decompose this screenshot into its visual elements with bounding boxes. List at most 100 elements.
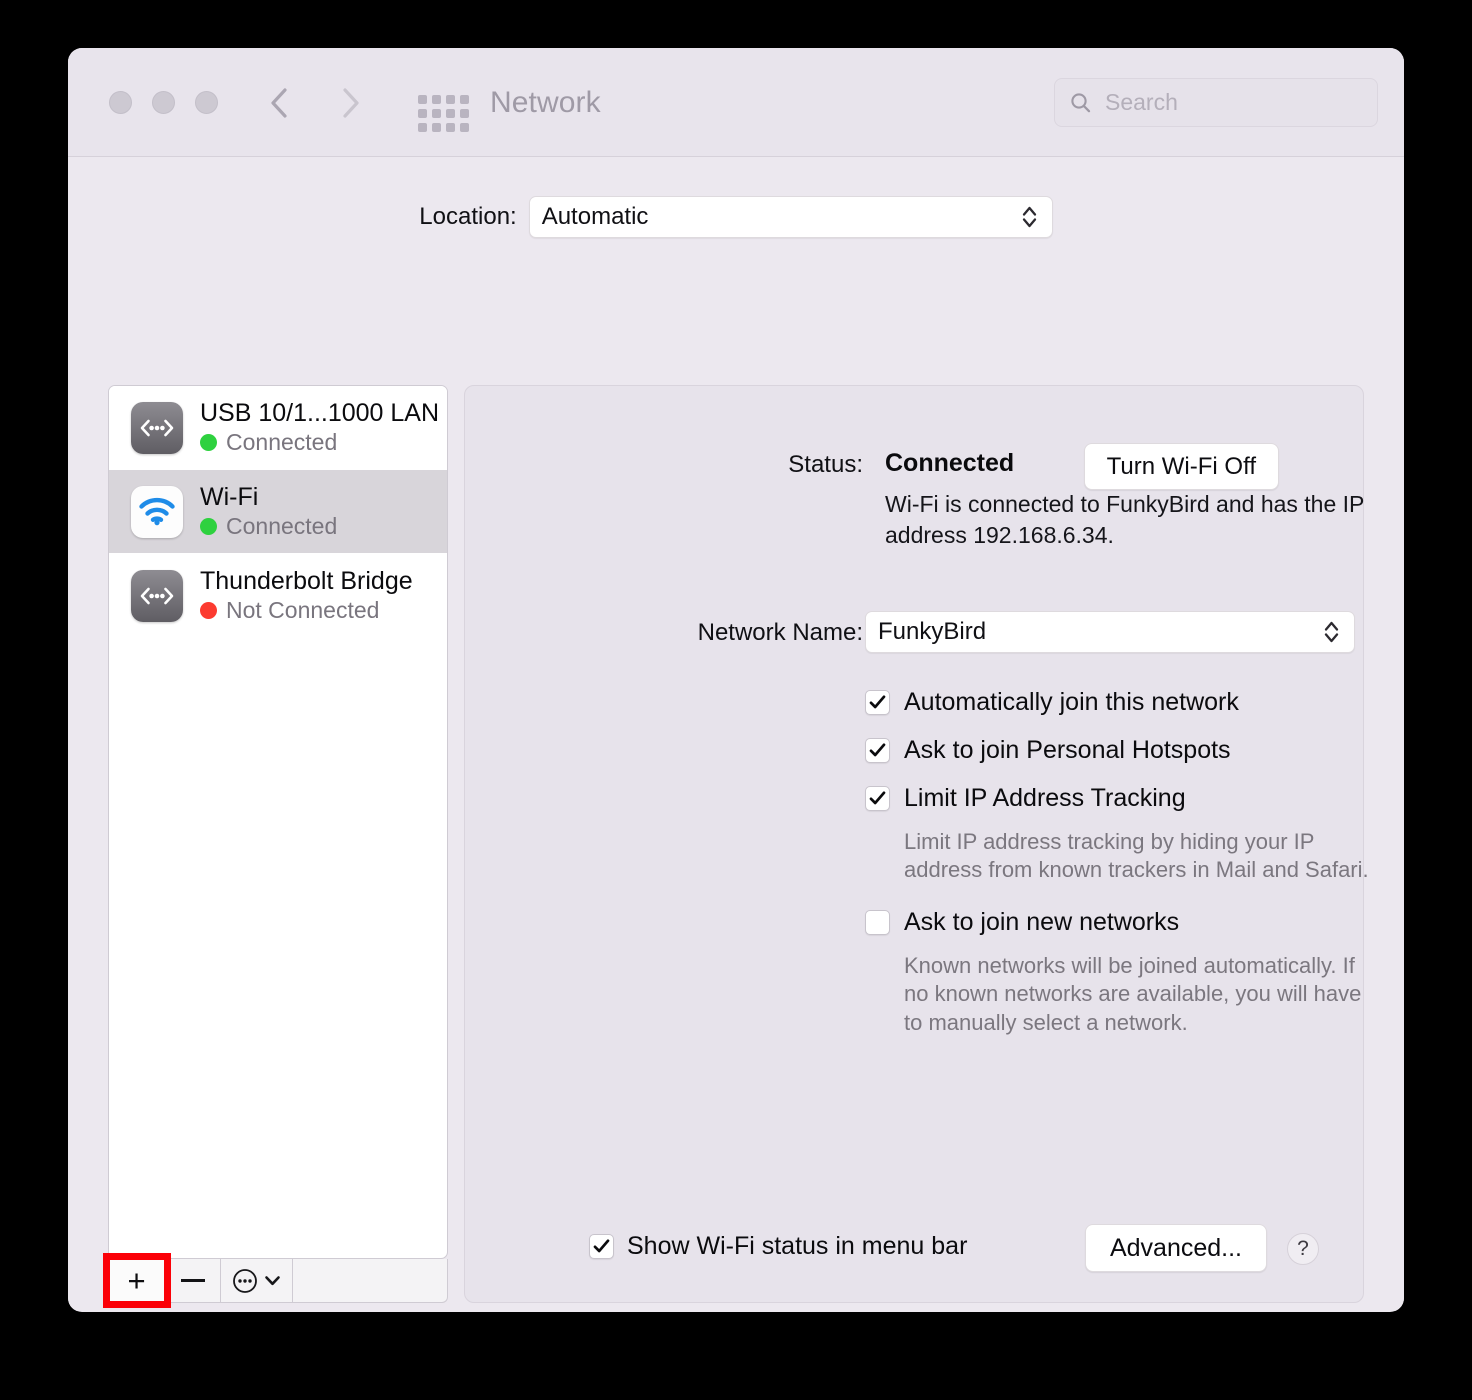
checkbox-row-limit-ip-tracking[interactable]: Limit IP Address Tracking [865, 774, 1365, 822]
grid-dot [446, 95, 455, 104]
advanced-button[interactable]: Advanced... [1084, 1224, 1267, 1272]
close-button[interactable] [109, 91, 132, 114]
plus-icon: + [127, 1263, 146, 1298]
location-label: Location: [419, 203, 517, 230]
service-name: Wi-Fi [200, 483, 259, 511]
wifi-options-block: Automatically join this network Ask to j… [865, 678, 1369, 1037]
location-select[interactable]: Automatic [528, 196, 1053, 238]
remove-service-button[interactable] [165, 1259, 221, 1302]
network-name-select[interactable]: FunkyBird [865, 611, 1355, 653]
minus-icon [180, 1279, 205, 1282]
window-titlebar: Network Search [68, 48, 1404, 157]
service-list-toolbar: + [103, 1253, 448, 1308]
network-service-list[interactable]: USB 10/1...1000 LAN Connected Wi-Fi Conn… [108, 385, 448, 1259]
status-value: Connected [885, 449, 1015, 477]
navigation-arrows [266, 86, 363, 120]
ethernet-icon [131, 569, 183, 622]
service-status-line: Connected [200, 513, 337, 540]
checkbox-row-auto-join[interactable]: Automatically join this network [865, 678, 1365, 726]
search-icon [1071, 92, 1091, 112]
help-button[interactable]: ? [1287, 1233, 1319, 1265]
preferences-body: Location: Automatic USB 10/1...1000 LAN … [68, 157, 1404, 1311]
service-status-line: Not Connected [200, 597, 413, 624]
grid-dot [432, 95, 441, 104]
chevron-left-icon [271, 88, 287, 118]
show-wifi-status-row[interactable]: Show Wi-Fi status in menu bar [589, 1232, 967, 1261]
grid-dot [418, 95, 427, 104]
show-wifi-status-checkbox[interactable] [589, 1234, 614, 1259]
location-value: Automatic [541, 203, 649, 230]
grid-dot [432, 123, 441, 132]
grid-dot [446, 109, 455, 118]
ellipsis-circle-icon [233, 1268, 257, 1293]
network-name-label: Network Name: [697, 619, 863, 646]
wifi-glyph [139, 497, 175, 525]
service-row-thunderbolt-bridge[interactable]: Thunderbolt Bridge Not Connected [109, 554, 447, 638]
grid-dot [432, 109, 441, 118]
grid-dot [460, 95, 469, 104]
chevron-right-icon [343, 88, 359, 118]
status-dot-icon [200, 434, 217, 451]
limit-ip-tracking-label: Limit IP Address Tracking [904, 783, 1186, 812]
page-title: Network [490, 86, 601, 119]
grid-dot [418, 123, 427, 132]
auto-join-checkbox[interactable] [865, 689, 890, 715]
zoom-button[interactable] [195, 91, 218, 114]
personal-hotspots-checkbox[interactable] [865, 737, 890, 763]
service-status: Connected [226, 513, 338, 539]
turn-wifi-off-button[interactable]: Turn Wi-Fi Off [1083, 443, 1279, 490]
checkmark-icon [869, 790, 886, 804]
add-service-button[interactable]: + [103, 1253, 171, 1308]
minimize-button[interactable] [152, 91, 175, 114]
grid-dot [446, 123, 455, 132]
ethernet-glyph [140, 587, 174, 604]
auto-join-label: Automatically join this network [904, 687, 1239, 716]
service-name: Thunderbolt Bridge [200, 567, 413, 595]
network-name-value: FunkyBird [878, 618, 987, 645]
chevron-updown-icon [1022, 206, 1036, 228]
ask-new-networks-checkbox[interactable] [865, 909, 890, 935]
service-text: USB 10/1...1000 LAN Connected [200, 399, 439, 456]
status-description: Wi-Fi is connected to FunkyBird and has … [885, 491, 1364, 548]
chevron-down-icon [265, 1276, 280, 1286]
show-wifi-status-label: Show Wi-Fi status in menu bar [627, 1232, 968, 1260]
checkbox-row-personal-hotspots[interactable]: Ask to join Personal Hotspots [865, 726, 1365, 774]
ask-new-networks-label: Ask to join new networks [904, 907, 1180, 936]
grid-dot [460, 109, 469, 118]
service-actions-menu-button[interactable] [221, 1259, 293, 1302]
service-name: USB 10/1...1000 LAN [200, 399, 440, 427]
checkmark-icon [869, 742, 886, 756]
limit-ip-tracking-checkbox[interactable] [865, 785, 890, 811]
traffic-light-controls [109, 91, 218, 114]
grid-dot [460, 123, 469, 132]
search-placeholder: Search [1105, 89, 1178, 115]
service-status-line: Connected [200, 429, 439, 456]
service-row-wifi[interactable]: Wi-Fi Connected [109, 470, 447, 554]
personal-hotspots-label: Ask to join Personal Hotspots [904, 735, 1231, 764]
wifi-icon [131, 485, 183, 538]
back-button[interactable] [266, 86, 292, 120]
status-dot-icon [200, 602, 217, 619]
service-text: Thunderbolt Bridge Not Connected [200, 567, 413, 624]
status-dot-icon [200, 518, 217, 535]
checkbox-row-ask-new-networks[interactable]: Ask to join new networks [865, 898, 1365, 946]
checkmark-icon [593, 1239, 610, 1253]
location-row: Location: Automatic [68, 196, 1404, 238]
service-text: Wi-Fi Connected [200, 483, 337, 540]
ethernet-icon [131, 401, 183, 454]
wifi-detail-panel: Status: Connected Turn Wi-Fi Off Wi-Fi i… [464, 385, 1369, 1303]
grid-dot [418, 109, 427, 118]
chevron-updown-icon [1324, 621, 1339, 643]
search-input[interactable]: Search [1054, 78, 1378, 127]
ask-new-networks-help: Known networks will be joined automatica… [904, 953, 1362, 1035]
panel-footer: Show Wi-Fi status in menu bar Advanced..… [465, 1224, 1363, 1274]
service-row-usb-lan[interactable]: USB 10/1...1000 LAN Connected [109, 386, 447, 470]
network-preferences-window: Network Search Location: Automatic USB 1… [68, 48, 1404, 1312]
forward-button[interactable] [337, 86, 363, 120]
ethernet-glyph [140, 419, 174, 436]
status-label: Status: [788, 451, 863, 478]
service-status: Not Connected [226, 597, 380, 623]
show-all-preferences-button[interactable] [418, 95, 469, 132]
service-status: Connected [226, 429, 338, 455]
checkmark-icon [869, 694, 886, 708]
